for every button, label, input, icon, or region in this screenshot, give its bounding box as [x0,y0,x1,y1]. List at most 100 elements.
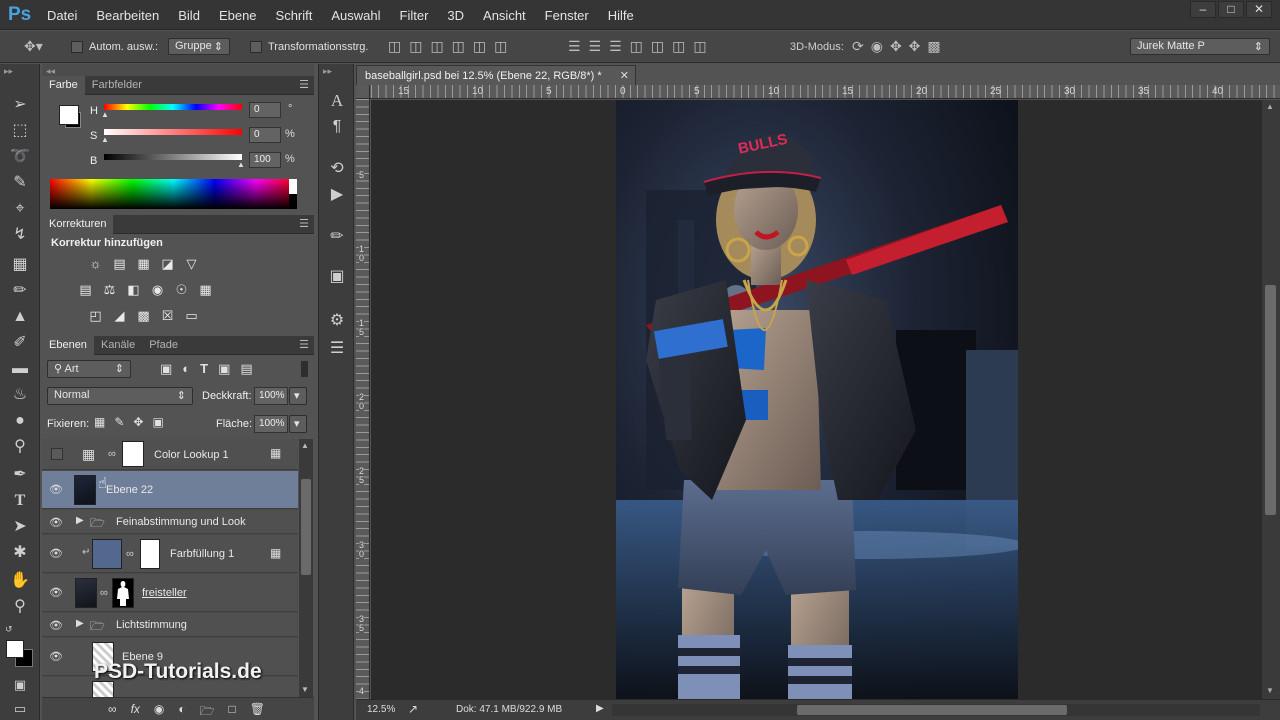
photo-filter-icon[interactable]: ◉ [148,281,167,298]
opacity-field[interactable]: 100% [254,387,288,405]
collapse-arrows-icon[interactable]: ▸▸ [4,66,13,77]
menu-bild[interactable]: Bild [178,8,200,23]
minimize-icon[interactable]: – [1190,1,1216,18]
fill-color-thumbnail[interactable] [92,539,122,569]
b-value-field[interactable]: 100 [249,152,281,168]
document-tab[interactable]: baseballgirl.psd bei 12.5% (Ebene 22, RG… [356,65,636,85]
black-white-icon[interactable]: ◧ [124,281,143,298]
layer-row-feinabstimmung[interactable]: 👁 ▶ 🗁 Feinabstimmung und Look [42,510,298,534]
custom-shape-tool-icon[interactable]: ✱ [8,542,32,564]
healing-tool-icon[interactable]: ▦ [8,254,32,276]
filter-toggle-switch[interactable] [301,361,308,377]
hue-slider[interactable] [104,104,242,110]
slider-thumb-icon[interactable]: ▲ [101,110,109,119]
levels-icon[interactable]: ▤ [110,255,129,272]
expand-arrow-icon[interactable]: ▶ [76,515,84,526]
history-brush-tool-icon[interactable]: ✐ [8,332,32,354]
tab-farbe[interactable]: Farbe [42,76,85,95]
character-panel-icon[interactable]: A [325,90,349,112]
invert-icon[interactable]: ◰ [86,307,105,324]
distribute-buttons[interactable]: ☰☰☰◫◫◫◫ [568,38,715,55]
gradient-map-icon[interactable]: ▭ [182,307,201,324]
saturation-slider[interactable] [104,129,242,135]
layers-scrollbar[interactable]: ▲ ▼ [299,439,313,697]
link-icon[interactable]: ∞ [126,548,134,560]
layer-mask-thumbnail[interactable] [140,539,160,569]
menu-schrift[interactable]: Schrift [276,8,313,23]
menu-3d[interactable]: 3D [447,8,464,23]
menu-ebene[interactable]: Ebene [219,8,257,23]
layer-filter-dropdown[interactable]: ⚲ Art ⇕ [47,360,131,378]
color-spectrum[interactable] [50,179,297,209]
close-tab-icon[interactable]: ✕ [620,69,629,82]
path-select-tool-icon[interactable]: ➤ [8,516,32,538]
panel-menu-icon[interactable]: ☰ [299,217,309,230]
color-lookup-icon[interactable]: ▦ [196,281,215,298]
fx-icon[interactable]: fx [131,702,140,720]
channel-mixer-icon[interactable]: ☉ [172,281,191,298]
expand-arrow-icon[interactable]: ▶ [76,618,84,629]
restore-icon[interactable]: □ [1218,1,1244,18]
history-panel-icon[interactable]: ⟲ [325,158,349,180]
adjustment-filter-icon[interactable]: ◐ [182,361,190,377]
eye-icon[interactable]: 👁 [49,483,63,496]
scrollbar-thumb[interactable] [301,479,311,575]
crop-tool-icon[interactable]: ⌖ [8,198,32,220]
type-filter-icon[interactable]: T [200,361,208,377]
type-tool-icon[interactable]: T [8,490,32,512]
lock-all-icon[interactable]: ▣ [152,415,163,429]
tab-ebenen[interactable]: Ebenen [42,336,94,355]
menu-hilfe[interactable]: Hilfe [608,8,634,23]
ruler-origin[interactable] [356,85,370,99]
canvas-horizontal-scrollbar[interactable] [612,704,1260,716]
ruler-vertical[interactable]: 5 1 0 1 5 2 0 2 5 3 0 3 5 4 [356,99,370,699]
layer-mask-thumbnail[interactable] [122,441,144,467]
marquee-tool-icon[interactable]: ⬚ [8,120,32,142]
lasso-tool-icon[interactable]: ➰ [8,146,32,168]
fill-field[interactable]: 100% [254,415,288,433]
brightness-slider[interactable] [104,154,242,160]
h-value-field[interactable]: 0 [249,102,281,118]
quick-select-tool-icon[interactable]: ✎ [8,172,32,194]
document-canvas-image[interactable]: BULLS [616,100,1018,699]
opacity-arrow-icon[interactable]: ▾ [289,387,307,405]
paragraph-panel-icon[interactable]: ¶ [325,116,349,138]
move-tool-icon[interactable]: ➢ [8,94,32,116]
layer-row-color-lookup[interactable]: ▦ ∞ Color Lookup 1 ▦ [42,439,298,470]
menu-ansicht[interactable]: Ansicht [483,8,526,23]
hand-tool-icon[interactable]: ✋ [8,570,32,592]
link-layers-icon[interactable]: ∞ [108,702,117,720]
shape-filter-icon[interactable]: ▣ [218,361,230,377]
3d-mode-icons[interactable]: ⟳◉✥✥▩ [852,38,948,55]
workspace-dropdown[interactable]: Jurek Matte P ⇕ [1130,38,1270,55]
spectrum-black-swatch[interactable] [289,194,297,209]
blur-tool-icon[interactable]: ● [8,410,32,432]
swap-colors-icon[interactable]: ↺ [5,624,13,635]
scroll-down-icon[interactable]: ▼ [1266,686,1274,695]
auto-select-dropdown[interactable]: Gruppe ⇕ [168,38,230,55]
align-buttons[interactable]: ◫◫◫◫◫◫ [388,38,515,55]
eye-icon[interactable]: 👁 [49,650,63,663]
scrollbar-thumb[interactable] [797,705,1067,715]
stamp-tool-icon[interactable]: ▲ [8,306,32,328]
canvas-vertical-scrollbar[interactable]: ▲ ▼ [1262,100,1280,699]
eraser-tool-icon[interactable]: ▬ [8,358,32,380]
layer-row-lichtstimmung[interactable]: 👁 ▶ 🗁 Lichtstimmung [42,613,298,637]
blend-mode-dropdown[interactable]: Normal ⇕ [47,387,193,405]
lock-transparency-icon[interactable]: ▦ [94,415,105,429]
pixel-filter-icon[interactable]: ▣ [160,361,172,377]
screen-mode-icon[interactable]: ▭ [8,698,32,720]
layer-mask-thumbnail[interactable] [112,578,134,608]
hue-saturation-icon[interactable]: ▤ [76,281,95,298]
slider-thumb-icon[interactable]: ▲ [101,135,109,144]
layer-thumbnail[interactable] [75,578,97,608]
layer-row-freisteller[interactable]: 👁 ∞ freisteller [42,574,298,612]
menu-datei[interactable]: Datei [47,8,77,23]
tool-presets-icon[interactable]: ⚙ [325,310,349,332]
pen-tool-icon[interactable]: ✒ [8,464,32,486]
selective-color-icon[interactable]: ☒ [158,307,177,324]
status-menu-arrow-icon[interactable]: ▶ [596,703,604,714]
zoom-tool-icon[interactable]: ⚲ [8,596,32,618]
link-icon[interactable]: ∞ [100,587,108,599]
close-icon[interactable]: ✕ [1246,1,1272,18]
